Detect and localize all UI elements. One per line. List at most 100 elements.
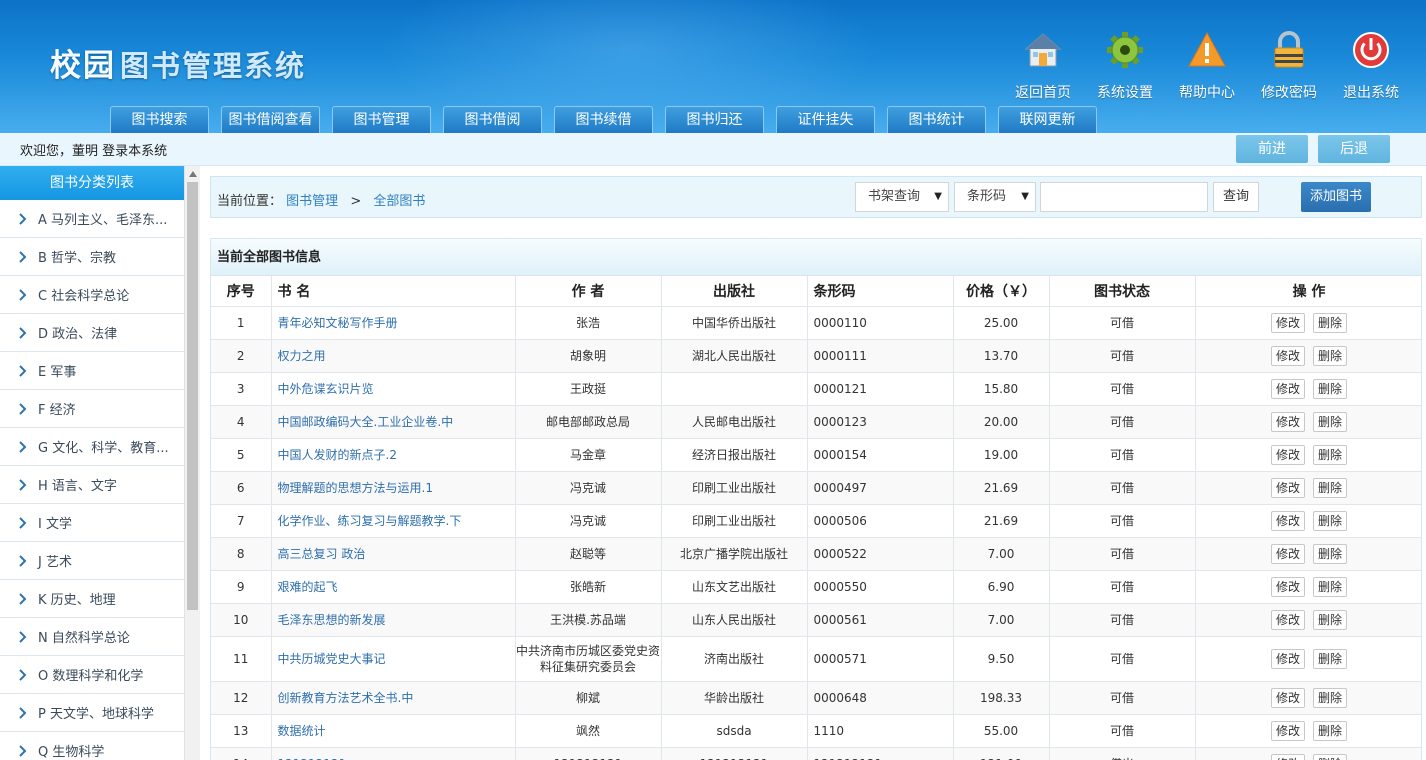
logout-button[interactable]: 退出系统: [1330, 28, 1412, 102]
sidebar-item-label: O 数理科学和化学: [38, 669, 144, 684]
edit-button[interactable]: 修改: [1271, 345, 1305, 366]
nav-tab-card-loss[interactable]: 证件挂失: [776, 106, 875, 133]
sidebar-item-e[interactable]: E 军事: [0, 352, 184, 390]
sidebar-item-q[interactable]: Q 生物科学: [0, 732, 184, 760]
book-title-link[interactable]: 中共历城党史大事记: [278, 652, 386, 666]
breadcrumb-all-books[interactable]: 全部图书: [373, 194, 425, 209]
nav-tab-borrow[interactable]: 图书借阅: [443, 106, 542, 133]
category-list: A 马列主义、毛泽东... B 哲学、宗教 C 社会科学总论 D 政治、法律 E…: [0, 200, 184, 760]
breadcrumb-book-manage[interactable]: 图书管理: [286, 194, 338, 209]
sidebar-item-c[interactable]: C 社会科学总论: [0, 276, 184, 314]
cell-author: 柳斌: [515, 681, 662, 715]
back-button[interactable]: 后退: [1318, 135, 1390, 163]
cell-title: 121212121: [271, 747, 516, 760]
cell-author: 飒然: [515, 714, 662, 748]
sidebar-scrollbar[interactable]: [184, 166, 200, 760]
delete-button[interactable]: 删除: [1313, 378, 1347, 399]
delete-button[interactable]: 删除: [1313, 720, 1347, 741]
edit-button[interactable]: 修改: [1271, 609, 1305, 630]
edit-button[interactable]: 修改: [1271, 378, 1305, 399]
sidebar-item-n[interactable]: N 自然科学总论: [0, 618, 184, 656]
book-title-link[interactable]: 中国邮政编码大全.工业企业卷.中: [278, 415, 454, 429]
nav-tab-statistics[interactable]: 图书统计: [887, 106, 986, 133]
edit-button[interactable]: 修改: [1271, 510, 1305, 531]
book-title-link[interactable]: 青年必知文秘写作手册: [278, 316, 398, 330]
nav-tab-renew[interactable]: 图书续借: [554, 106, 653, 133]
delete-button[interactable]: 删除: [1313, 345, 1347, 366]
query-button[interactable]: 查询: [1213, 182, 1259, 212]
change-password-button[interactable]: 修改密码: [1248, 28, 1330, 102]
edit-button[interactable]: 修改: [1271, 411, 1305, 432]
cell-barcode: 0000111: [807, 339, 954, 373]
book-title-link[interactable]: 艰难的起飞: [278, 580, 338, 594]
sidebar-item-p[interactable]: P 天文学、地球科学: [0, 694, 184, 732]
cell-title: 毛泽东思想的新发展: [271, 603, 516, 637]
edit-button[interactable]: 修改: [1271, 576, 1305, 597]
edit-button[interactable]: 修改: [1271, 444, 1305, 465]
edit-button[interactable]: 修改: [1271, 477, 1305, 498]
book-title-link[interactable]: 毛泽东思想的新发展: [278, 613, 386, 627]
field-select[interactable]: 条形码 ▼: [954, 182, 1036, 212]
add-book-button[interactable]: 添加图书: [1301, 182, 1371, 212]
sidebar-item-k[interactable]: K 历史、地理: [0, 580, 184, 618]
edit-button[interactable]: 修改: [1271, 543, 1305, 564]
delete-button[interactable]: 删除: [1313, 609, 1347, 630]
help-button[interactable]: 帮助中心: [1166, 28, 1248, 102]
nav-tab-online-update[interactable]: 联网更新: [998, 106, 1097, 133]
cell-actions: 修改 删除: [1195, 747, 1421, 760]
sidebar-item-a[interactable]: A 马列主义、毛泽东...: [0, 200, 184, 238]
dropdown-arrow-icon: ▼: [1021, 191, 1029, 202]
nav-tab-borrow-view[interactable]: 图书借阅查看: [221, 106, 320, 133]
cell-barcode: 121212121: [807, 747, 954, 760]
delete-button[interactable]: 删除: [1313, 312, 1347, 333]
book-title-link[interactable]: 高三总复习 政治: [278, 547, 366, 561]
book-title-link[interactable]: 中外危谍玄识片览: [278, 382, 374, 396]
book-title-link[interactable]: 物理解题的思想方法与运用.1: [278, 481, 433, 495]
sidebar-item-h[interactable]: H 语言、文字: [0, 466, 184, 504]
edit-button[interactable]: 修改: [1271, 720, 1305, 741]
sidebar-item-b[interactable]: B 哲学、宗教: [0, 238, 184, 276]
cell-publisher: [661, 372, 808, 406]
book-title-link[interactable]: 中国人发财的新点子.2: [278, 448, 397, 462]
book-title-link[interactable]: 创新教育方法艺术全书.中: [278, 691, 414, 705]
edit-button[interactable]: 修改: [1271, 753, 1305, 760]
forward-button[interactable]: 前进: [1236, 135, 1308, 163]
nav-tab-book-search[interactable]: 图书搜索: [110, 106, 209, 133]
delete-button[interactable]: 删除: [1313, 510, 1347, 531]
delete-button[interactable]: 删除: [1313, 444, 1347, 465]
toolbar: 当前位置： 图书管理 > 全部图书 书架查询 ▼ 条形码 ▼ 查询 添加图书: [210, 176, 1422, 218]
search-input[interactable]: [1040, 182, 1208, 212]
delete-button[interactable]: 删除: [1313, 477, 1347, 498]
sidebar-item-o[interactable]: O 数理科学和化学: [0, 656, 184, 694]
book-title-link[interactable]: 数据统计: [278, 724, 326, 738]
cell-no: 6: [211, 471, 272, 505]
delete-button[interactable]: 删除: [1313, 411, 1347, 432]
book-title-link[interactable]: 权力之用: [278, 349, 326, 363]
delete-button[interactable]: 删除: [1313, 576, 1347, 597]
cell-status: 可借: [1049, 504, 1196, 538]
edit-button[interactable]: 修改: [1271, 648, 1305, 669]
shelf-query-select[interactable]: 书架查询 ▼: [855, 182, 949, 212]
delete-button[interactable]: 删除: [1313, 687, 1347, 708]
nav-tab-book-manage[interactable]: 图书管理: [332, 106, 431, 133]
sidebar-item-d[interactable]: D 政治、法律: [0, 314, 184, 352]
sidebar-item-label: B 哲学、宗教: [38, 251, 117, 266]
edit-button[interactable]: 修改: [1271, 312, 1305, 333]
sidebar-item-f[interactable]: F 经济: [0, 390, 184, 428]
cell-barcode: 0000154: [807, 438, 954, 472]
top-icon-bar: 返回首页 系统设置 帮助中心 修改密码 退出系统: [1002, 28, 1412, 102]
settings-button[interactable]: 系统设置: [1084, 28, 1166, 102]
sidebar-item-g[interactable]: G 文化、科学、教育...: [0, 428, 184, 466]
sidebar-item-i[interactable]: I 文学: [0, 504, 184, 542]
scrollbar-thumb[interactable]: [187, 182, 198, 610]
delete-button[interactable]: 删除: [1313, 648, 1347, 669]
delete-button[interactable]: 删除: [1313, 753, 1347, 760]
scroll-up-arrow-icon[interactable]: [185, 168, 200, 180]
delete-button[interactable]: 删除: [1313, 543, 1347, 564]
edit-button[interactable]: 修改: [1271, 687, 1305, 708]
home-button[interactable]: 返回首页: [1002, 28, 1084, 102]
book-title-link[interactable]: 121212121: [278, 757, 347, 760]
nav-tab-return[interactable]: 图书归还: [665, 106, 764, 133]
book-title-link[interactable]: 化学作业、练习复习与解题教学.下: [278, 514, 462, 528]
sidebar-item-j[interactable]: J 艺术: [0, 542, 184, 580]
